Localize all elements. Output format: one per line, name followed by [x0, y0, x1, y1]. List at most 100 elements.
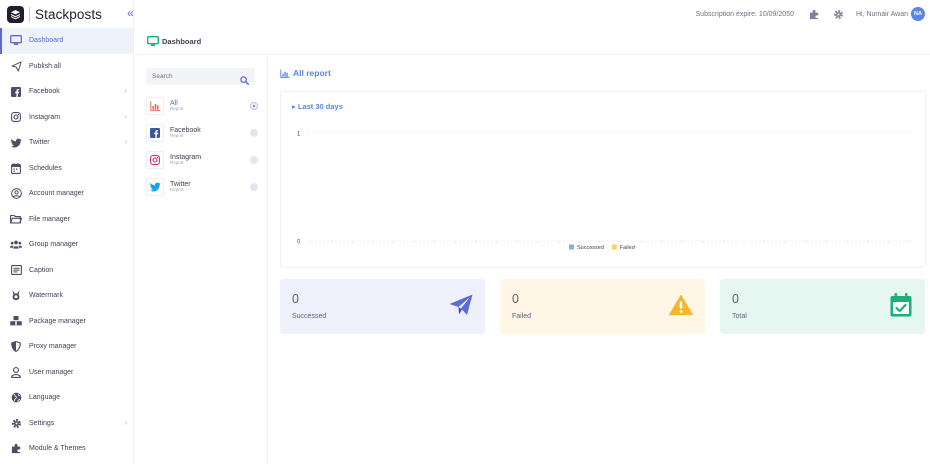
- stat-label: Total: [732, 313, 747, 320]
- radio-unselected[interactable]: [250, 183, 258, 191]
- sidebar-item-label: Watermark: [29, 292, 63, 300]
- legend-label[interactable]: Successed: [577, 245, 604, 251]
- sidebar-item-label: Proxy manager: [29, 343, 77, 351]
- sidebar-item-account-manager[interactable]: Account manager: [0, 181, 133, 207]
- instagram-icon: [10, 111, 22, 123]
- sidebar-item-caption[interactable]: Caption: [0, 258, 133, 284]
- sidebar-item-twitter[interactable]: Twitter ›: [0, 130, 133, 156]
- radio-unselected[interactable]: [250, 129, 258, 137]
- user-circle-icon: [10, 188, 22, 200]
- puzzle-icon: [10, 443, 22, 455]
- warning-icon: [669, 293, 693, 317]
- gear-icon: [10, 417, 22, 429]
- calendar-icon: [10, 162, 22, 174]
- sidebar-item-label: Group manager: [29, 241, 79, 249]
- logo-divider: [29, 6, 30, 22]
- sidebar-item-label: Settings: [29, 419, 55, 427]
- sidebar-item-settings[interactable]: Settings ›: [0, 411, 133, 437]
- users-icon: [10, 239, 22, 251]
- sidebar-item-label: Caption: [29, 266, 54, 274]
- sidebar-item-label: Publish all: [29, 62, 61, 70]
- sidebar-item-language[interactable]: Language: [0, 385, 133, 411]
- brand[interactable]: Stackposts: [0, 0, 134, 28]
- report-option-twitter[interactable]: Twitter Report: [146, 177, 258, 197]
- sidebar-item-label: File manager: [29, 215, 70, 223]
- sidebar-item-proxy-manager[interactable]: Proxy manager: [0, 334, 133, 360]
- facebook-icon: [10, 86, 22, 98]
- sidebar: Dashboard Publish all Facebook › Instagr…: [0, 28, 134, 464]
- sidebar-item-label: Schedules: [29, 164, 62, 172]
- top-right: Subscription expire: 10/09/2050 Hi, Numa…: [696, 7, 930, 21]
- sidebar-item-dashboard[interactable]: Dashboard: [0, 28, 133, 54]
- sidebar-item-facebook[interactable]: Facebook ›: [0, 79, 133, 105]
- stack-logo-icon: [7, 5, 24, 23]
- chevron-right-icon: ›: [124, 419, 127, 427]
- sidebar-item-instagram[interactable]: Instagram ›: [0, 105, 133, 131]
- send-icon: [10, 60, 22, 72]
- legend-swatch: [611, 244, 617, 250]
- bar-chart-icon: [280, 68, 290, 78]
- stat-value: 0: [732, 292, 739, 306]
- sidebar-item-file-manager[interactable]: File manager: [0, 207, 133, 233]
- sidebar-item-watermark[interactable]: Watermark: [0, 283, 133, 309]
- main-content: All report ▸ Last 30 days 1 0 Successed Fai…: [269, 56, 930, 464]
- monitor-icon: [147, 35, 159, 47]
- sidebar-item-schedules[interactable]: Schedules: [0, 156, 133, 182]
- sidebar-item-label: Instagram: [29, 113, 61, 121]
- avatar[interactable]: NA: [911, 7, 925, 21]
- user-greeting[interactable]: Hi, Numair Awan: [856, 11, 908, 18]
- chevron-right-icon: ›: [124, 139, 127, 147]
- report-chart: 1 0 Successed Failed: [297, 132, 913, 251]
- sidebar-item-package-manager[interactable]: Package manager: [0, 309, 133, 335]
- monitor-icon: [10, 35, 22, 47]
- radio-unselected[interactable]: [250, 156, 258, 164]
- report-option-facebook[interactable]: Facebook Report: [146, 123, 258, 143]
- chart-card: ▸ Last 30 days 1 0 Successed Failed: [280, 91, 926, 268]
- search-input[interactable]: [152, 73, 242, 80]
- gear-icon[interactable]: [832, 7, 846, 21]
- stat-card-total: 0 Total: [720, 279, 925, 334]
- sidebar-item-label: Account manager: [29, 190, 84, 198]
- sidebar-item-label: Language: [29, 394, 61, 402]
- report-option-sub: Report: [170, 133, 184, 139]
- globe-icon: [10, 392, 22, 404]
- puzzle-icon[interactable]: [808, 7, 822, 21]
- sidebar-item-user-manager[interactable]: User manager: [0, 360, 133, 386]
- sidebar-item-group-manager[interactable]: Group manager: [0, 232, 133, 258]
- shield-icon: [10, 341, 22, 353]
- stat-label: Successed: [292, 313, 327, 320]
- report-option-instagram[interactable]: Instagram Report: [146, 150, 258, 170]
- report-option-all[interactable]: All Report: [146, 96, 258, 116]
- brand-name: Stackposts: [35, 6, 103, 22]
- stat-card-successed: 0 Successed: [280, 279, 485, 334]
- instagram-icon: [146, 151, 164, 169]
- caption-icon: [10, 264, 22, 276]
- stat-value: 0: [292, 292, 299, 306]
- stat-value: 0: [512, 292, 519, 306]
- twitter-icon: [10, 137, 22, 149]
- stat-card-failed: 0 Failed: [500, 279, 705, 334]
- sidebar-item-label: Module & Themes: [29, 445, 86, 453]
- sidebar-item-publish-all[interactable]: Publish all: [0, 54, 133, 80]
- collapse-sidebar-icon[interactable]: «: [127, 6, 134, 20]
- sidebar-item-label: Facebook: [29, 88, 60, 96]
- bar-chart-icon: [146, 97, 164, 115]
- chart-tick-label: 1: [297, 132, 301, 138]
- legend-swatch: [569, 244, 574, 250]
- report-option-sub: Report: [170, 160, 184, 166]
- report-filter-panel: AllReport FacebookReport InstagramReport…: [135, 56, 268, 464]
- radio-selected[interactable]: [250, 102, 258, 110]
- package-icon: [10, 315, 22, 327]
- legend-label[interactable]: Failed: [620, 245, 635, 251]
- folder-icon: [10, 213, 22, 225]
- chart-tick-label: 0: [297, 240, 301, 246]
- top-bar: Stackposts « Subscription expire: 10/09/…: [0, 0, 930, 28]
- report-title-text: All report: [293, 68, 331, 78]
- sidebar-item-module-themes[interactable]: Module & Themes: [0, 436, 133, 462]
- twitter-icon: [146, 178, 164, 196]
- sidebar-item-label: Twitter: [29, 139, 50, 147]
- sidebar-item-label: Dashboard: [29, 37, 64, 45]
- stat-label: Failed: [512, 313, 532, 320]
- report-option-sub: Report: [170, 187, 184, 193]
- search-icon[interactable]: [240, 72, 249, 90]
